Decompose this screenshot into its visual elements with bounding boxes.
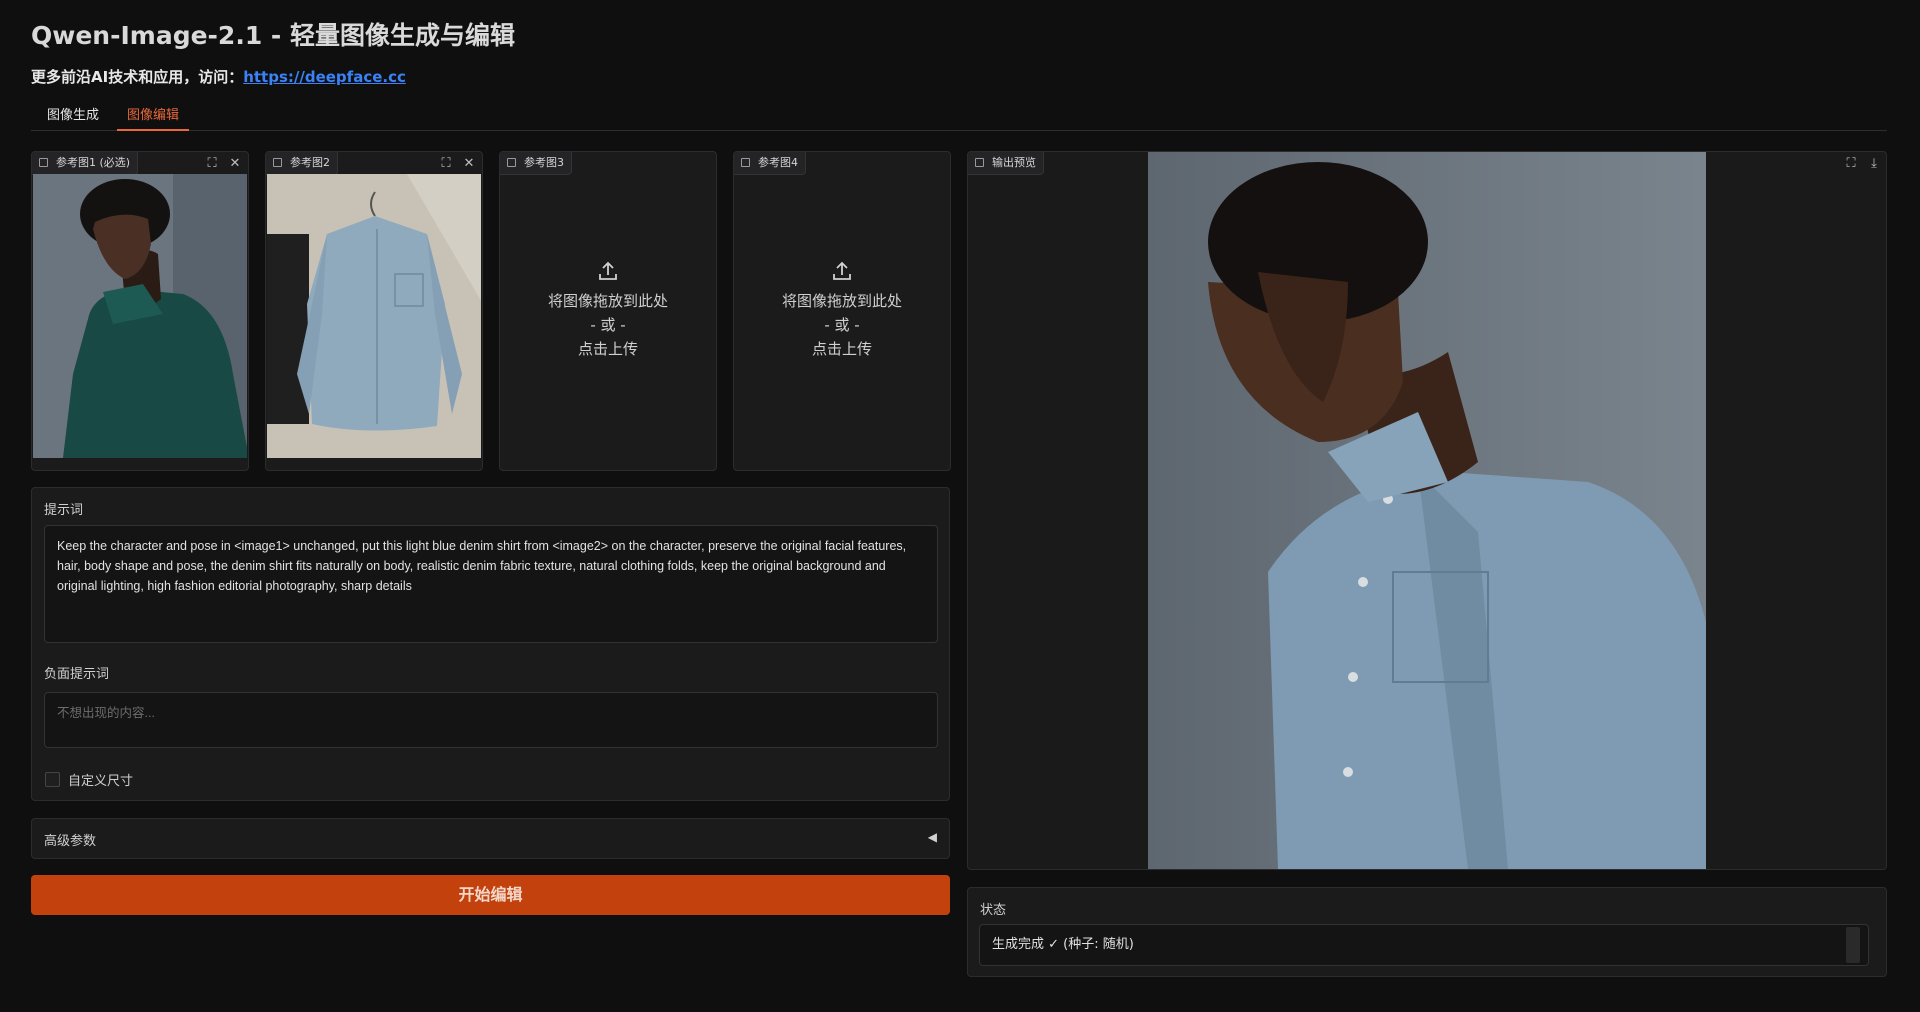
app-page: Qwen-Image-2.1 - 轻量图像生成与编辑 更多前沿AI技术和应用，访… — [0, 0, 1920, 1012]
close-icon[interactable]: ✕ — [460, 155, 478, 173]
status-label: 状态 — [980, 903, 1007, 918]
reference-image-1-label-text: 参考图1 (必选) — [56, 156, 131, 169]
output-image — [1148, 152, 1706, 869]
reference-image-2-photo — [267, 174, 481, 458]
output-preview-label-text: 输出预览 — [992, 156, 1036, 169]
prompt-textarea[interactable]: Keep the character and pose in <image1> … — [44, 525, 938, 643]
reference-image-1-panel[interactable]: 参考图1 (必选) ⛶ ✕ — [31, 151, 249, 471]
reference-image-1-photo — [33, 174, 247, 458]
advanced-params-accordion[interactable]: 高级参数 ◀ — [31, 818, 950, 859]
reference-image-3-label-text: 参考图3 — [524, 156, 564, 169]
upload-drag-text: 将图像拖放到此处 — [781, 292, 902, 310]
output-preview-panel: 输出预览 ⛶ ⤓ — [967, 151, 1887, 870]
upload-or-text: - 或 - — [824, 316, 860, 334]
image-icon — [975, 158, 984, 167]
reference-image-1-label: 参考图1 (必选) — [32, 152, 139, 175]
prompt-label: 提示词 — [44, 503, 84, 518]
reference-image-2-label-text: 参考图2 — [290, 156, 330, 169]
image-icon — [741, 158, 750, 167]
reference-image-4-dropzone[interactable]: 参考图4 将图像拖放到此处 - 或 - 点击上传 — [733, 151, 951, 471]
reference-image-3-label: 参考图3 — [500, 152, 572, 175]
fullscreen-icon[interactable]: ⛶ — [203, 155, 221, 173]
output-preview-label: 输出预览 — [968, 152, 1044, 175]
download-icon[interactable]: ⤓ — [1865, 155, 1883, 173]
custom-size-label: 自定义尺寸 — [68, 774, 134, 789]
status-text: 生成完成 ✓ (种子: 随机) — [992, 937, 1134, 952]
status-textbox[interactable]: 生成完成 ✓ (种子: 随机) — [979, 924, 1869, 966]
image-icon — [39, 158, 48, 167]
reference-image-3-dropzone[interactable]: 参考图3 将图像拖放到此处 - 或 - 点击上传 — [499, 151, 717, 471]
advanced-params-label: 高级参数 — [44, 834, 97, 849]
status-scrollbar[interactable] — [1846, 927, 1860, 963]
reference-image-4-label-text: 参考图4 — [758, 156, 798, 169]
upload-prompt: 将图像拖放到此处 - 或 - 点击上传 — [734, 260, 950, 361]
close-icon[interactable]: ✕ — [226, 155, 244, 173]
collapse-arrow-icon: ◀ — [927, 830, 937, 844]
reference-image-4-label: 参考图4 — [734, 152, 806, 175]
deepface-link[interactable]: https://deepface.cc — [243, 68, 406, 86]
negative-prompt-textarea[interactable]: 不想出现的内容... — [44, 692, 938, 748]
subtitle-text: 更多前沿AI技术和应用，访问： — [31, 68, 244, 86]
upload-drag-text: 将图像拖放到此处 — [547, 292, 668, 310]
upload-prompt: 将图像拖放到此处 - 或 - 点击上传 — [500, 260, 716, 361]
reference-image-2-label: 参考图2 — [266, 152, 338, 175]
image-icon — [507, 158, 516, 167]
fullscreen-icon[interactable]: ⛶ — [1842, 155, 1860, 173]
image-icon — [273, 158, 282, 167]
start-edit-button[interactable]: 开始编辑 — [31, 875, 950, 915]
upload-click-text: 点击上传 — [577, 340, 638, 358]
tab-image-editing[interactable]: 图像编辑 — [117, 105, 190, 131]
app-title: Qwen-Image-2.1 - 轻量图像生成与编辑 — [31, 21, 515, 50]
fullscreen-icon[interactable]: ⛶ — [437, 155, 455, 173]
upload-icon — [599, 261, 617, 280]
tab-bar: 图像生成 图像编辑 — [31, 102, 1887, 131]
custom-size-checkbox[interactable] — [45, 772, 60, 787]
upload-click-text: 点击上传 — [811, 340, 872, 358]
reference-image-2-panel[interactable]: 参考图2 ⛶ ✕ — [265, 151, 483, 471]
negative-prompt-label: 负面提示词 — [44, 667, 110, 682]
app-subtitle: 更多前沿AI技术和应用，访问：https://deepface.cc — [31, 66, 406, 87]
tab-image-generation[interactable]: 图像生成 — [37, 105, 109, 129]
prompt-section: 提示词 Keep the character and pose in <imag… — [31, 487, 950, 801]
upload-icon — [833, 261, 851, 280]
upload-or-text: - 或 - — [590, 316, 626, 334]
